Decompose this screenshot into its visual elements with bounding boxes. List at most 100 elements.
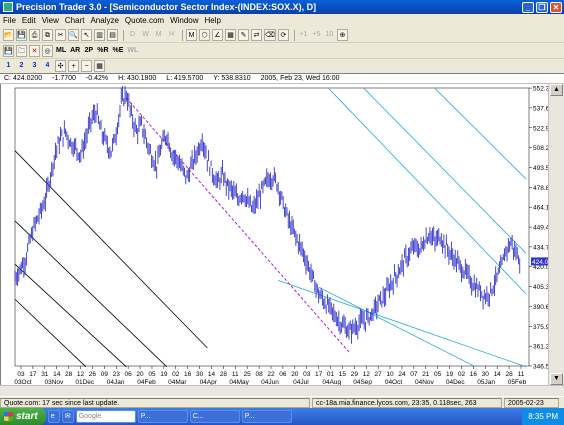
save-layout-icon[interactable]: 💾	[3, 45, 14, 57]
cut-icon[interactable]: ✂	[55, 29, 66, 41]
scroll-up-arrow[interactable]: ▲	[550, 84, 563, 96]
draw-icon[interactable]: ✎	[238, 29, 249, 41]
crosshair-icon[interactable]: ✣	[55, 60, 66, 72]
price-chart-svg[interactable]: 552.35190 537.65216 522.95631 508.26193 493.…	[1, 84, 564, 386]
layout-1-button[interactable]: 1	[3, 60, 14, 72]
pattern-icon[interactable]: ⬡	[199, 29, 210, 41]
grid-icon[interactable]: ▦	[225, 29, 236, 41]
app-icon	[3, 2, 13, 12]
taskbar-item-1[interactable]: P...	[137, 410, 188, 423]
system-tray: 8:35 PM	[522, 408, 564, 425]
refresh-icon[interactable]: ⟳	[277, 29, 289, 41]
x-tick-day-label: 28	[220, 371, 228, 378]
cursor-icon[interactable]: ↖	[81, 29, 92, 41]
cyan-channel-line	[363, 88, 527, 254]
black-channel-line	[14, 298, 87, 368]
folder-icon[interactable]: 🗀	[16, 45, 27, 57]
print-icon[interactable]: ⎙	[29, 29, 40, 41]
quicklaunch-ie-icon[interactable]: e	[47, 410, 60, 423]
tile-icon[interactable]: ▦	[94, 60, 105, 72]
y-tick-label: 478.86924	[533, 185, 549, 192]
zoom-out-icon[interactable]: −	[81, 60, 92, 72]
tray-clock: 8:35 PM	[528, 412, 558, 421]
menu-chart[interactable]: Chart	[62, 16, 88, 25]
cycle-icon[interactable]: ◎	[42, 45, 53, 57]
x-tick-day-label: 17	[29, 371, 37, 378]
2p-button[interactable]: 2P	[83, 45, 94, 57]
save-icon[interactable]: 💾	[16, 29, 27, 41]
wl-button[interactable]: WL	[126, 45, 139, 57]
x-tick-day-label: 11	[232, 371, 239, 378]
google-search-box[interactable]: Google	[75, 410, 136, 423]
arrow-icon[interactable]: ⇄	[251, 29, 262, 41]
vertical-scrollbar[interactable]: ▲ ▼	[548, 84, 564, 385]
zoom-in-icon[interactable]: +	[68, 60, 79, 72]
ar-button[interactable]: AR	[69, 45, 81, 57]
x-tick-day-label: 05	[148, 371, 156, 378]
ml-button[interactable]: ML	[55, 45, 67, 57]
x-tick-day-label: 20	[136, 371, 144, 378]
menu-window[interactable]: Window	[167, 16, 201, 25]
period-weekly-button[interactable]: W	[140, 29, 151, 41]
y-tick-label: 552.35190	[533, 86, 549, 93]
menu-analyze[interactable]: Analyze	[87, 16, 121, 25]
close-button[interactable]: ✕	[550, 1, 562, 13]
x-tick-day-label: 30	[482, 371, 490, 378]
window-title: Precision Trader 3.0 - [Semiconductor Se…	[16, 2, 317, 12]
x-tick-day-label: 16	[470, 371, 478, 378]
step-5-button[interactable]: +5	[311, 29, 322, 41]
y-tick-label: 405.38551	[533, 284, 549, 291]
minimize-button[interactable]: _	[522, 1, 534, 13]
step-10-button[interactable]: 10	[324, 29, 335, 41]
layout-4-button[interactable]: 4	[42, 60, 53, 72]
period-monthly-button[interactable]: M	[153, 29, 164, 41]
taskbar-item-2[interactable]: C...	[189, 410, 240, 423]
x-tick-day-label: 16	[184, 371, 192, 378]
bar-chart-icon[interactable]: ▤	[107, 29, 118, 41]
y-tick-label: 390.68865	[533, 304, 549, 311]
menu-help[interactable]: Help	[202, 16, 224, 25]
menu-file[interactable]: File	[0, 16, 19, 25]
purple-dashed-channel-line	[125, 97, 350, 353]
menu-edit[interactable]: Edit	[19, 16, 39, 25]
x-tick-day-label: 27	[375, 371, 383, 378]
y-tick-label: 434.78020	[533, 244, 549, 251]
quicklaunch-mail-icon[interactable]: ✉	[61, 410, 74, 423]
pct-r-button[interactable]: %R	[96, 45, 109, 57]
cyan-channel-line	[318, 286, 476, 368]
menu-view[interactable]: View	[39, 16, 62, 25]
copy-icon[interactable]: ⧉	[42, 29, 53, 41]
target-icon[interactable]: ⊕	[336, 29, 348, 41]
price-chart[interactable]: 552.35190 537.65216 522.95631 508.26193 493.…	[0, 84, 564, 386]
scroll-down-arrow[interactable]: ▼	[550, 373, 563, 385]
maximize-button[interactable]: ❐	[536, 1, 548, 13]
pct-e-button[interactable]: %E	[112, 45, 125, 57]
black-channel-line	[14, 220, 168, 368]
x-tick-day-label: 19	[160, 371, 168, 378]
step-1-button[interactable]: +1	[298, 29, 309, 41]
low-value: L: 419.5700	[166, 75, 204, 82]
indicator-icon[interactable]: M	[186, 29, 197, 41]
delete-icon[interactable]: ✕	[29, 45, 40, 57]
horizontal-scrollbar[interactable]	[0, 385, 564, 396]
period-daily-button[interactable]: D	[127, 29, 138, 41]
zoom-icon[interactable]: 🔍	[68, 29, 79, 41]
x-tick-day-label: 10	[386, 371, 394, 378]
separator	[293, 29, 295, 41]
y-tick-label: 346.59880	[533, 364, 549, 371]
chart-type-icon[interactable]: ▥	[94, 29, 105, 41]
y-tick-label: 493.56558	[533, 165, 549, 172]
layout-3-button[interactable]: 3	[29, 60, 40, 72]
windows-flag-icon	[4, 412, 13, 421]
x-tick-day-label: 17	[315, 371, 323, 378]
angle-icon[interactable]: ∠	[212, 29, 223, 41]
cursor-date: 2005, Feb 23, Wed 16:00	[260, 75, 340, 82]
x-tick-day-label: 15	[339, 371, 347, 378]
start-button[interactable]: start	[0, 408, 46, 425]
menu-quote-com[interactable]: Quote.com	[122, 16, 167, 25]
open-icon[interactable]: 📂	[3, 29, 14, 41]
eraser-icon[interactable]: ⌫	[264, 29, 276, 41]
taskbar-item-3[interactable]: P...	[241, 410, 292, 423]
layout-2-button[interactable]: 2	[16, 60, 27, 72]
period-hourly-button[interactable]: H	[166, 29, 177, 41]
